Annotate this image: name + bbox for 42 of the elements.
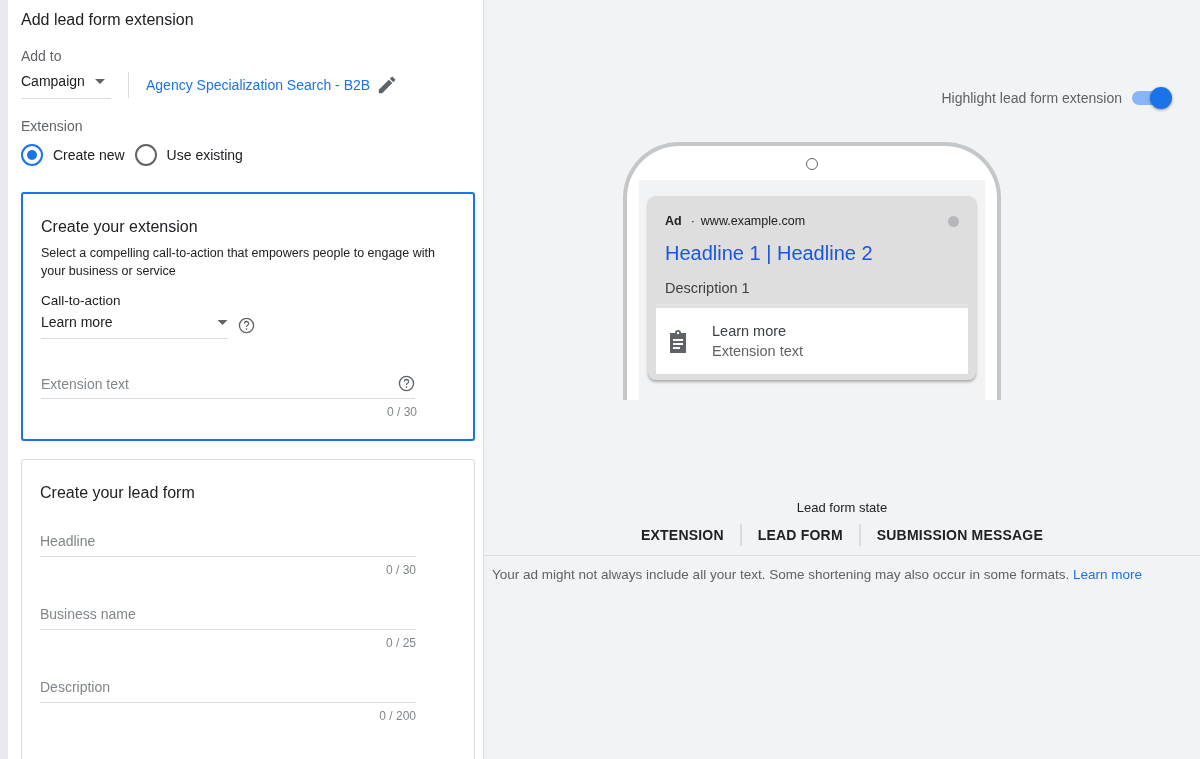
highlight-label: Highlight lead form extension	[941, 90, 1122, 106]
ad-label: Ad	[665, 214, 682, 228]
learn-more-link[interactable]: Learn more	[1073, 567, 1143, 582]
campaign-dropdown[interactable]: Campaign	[21, 70, 111, 99]
caret-icon	[217, 319, 228, 325]
extension-label: Extension	[21, 118, 84, 134]
extension-text-field[interactable]: Extension text	[41, 375, 398, 392]
character-counter: 0 / 30	[385, 405, 417, 419]
preview-note: Your ad might not always include all your text. Some shortening may also occur in some formats.	[492, 567, 1070, 582]
help-icon[interactable]	[238, 317, 255, 334]
card-title: Create your lead form	[40, 484, 196, 502]
radio-circle[interactable]	[21, 144, 43, 166]
extension-text: Extension text	[712, 343, 804, 359]
cta-label: Call-to-action	[41, 293, 122, 308]
ad-description: Description 1	[656, 280, 968, 306]
state-label: Lead form state	[796, 500, 888, 515]
add-to-label: Add to	[21, 48, 63, 64]
radio-option[interactable]: Use existing	[134, 144, 243, 166]
help-icon[interactable]	[398, 375, 415, 392]
extension-title: Learn more	[712, 323, 788, 339]
campaign-link[interactable]: Agency Specialization Search - B2B	[146, 76, 371, 93]
panel-title: Add lead form extension	[21, 11, 195, 29]
ad-headline: Headline 1 | Headline 2	[664, 242, 874, 265]
text-field[interactable]: Headline	[40, 533, 416, 549]
clipboard-icon	[668, 329, 688, 353]
radio-circle[interactable]	[134, 144, 157, 166]
character-counter: 0 / 30	[384, 563, 416, 577]
character-counter: 0 / 25	[384, 636, 416, 650]
separator: ·	[690, 214, 695, 228]
caret-icon	[94, 78, 105, 84]
cta-dropdown[interactable]: Learn more	[41, 312, 228, 339]
state-button[interactable]: SUBMISSION MESSAGE	[860, 527, 1059, 543]
card-description: Select a compelling call-to-action that empowers people to engage with your business or service	[41, 245, 436, 280]
state-button[interactable]: EXTENSION	[625, 527, 740, 543]
text-field[interactable]: Description	[40, 679, 416, 695]
state-button[interactable]: LEAD FORM	[741, 527, 859, 543]
ad-url: www.example.com	[700, 214, 806, 228]
text-field[interactable]: Business name	[40, 606, 416, 622]
info-icon	[948, 215, 959, 227]
radio-option[interactable]: Create new	[21, 144, 125, 166]
card-title: Create your extension	[41, 218, 199, 236]
character-counter: 0 / 200	[378, 709, 416, 723]
